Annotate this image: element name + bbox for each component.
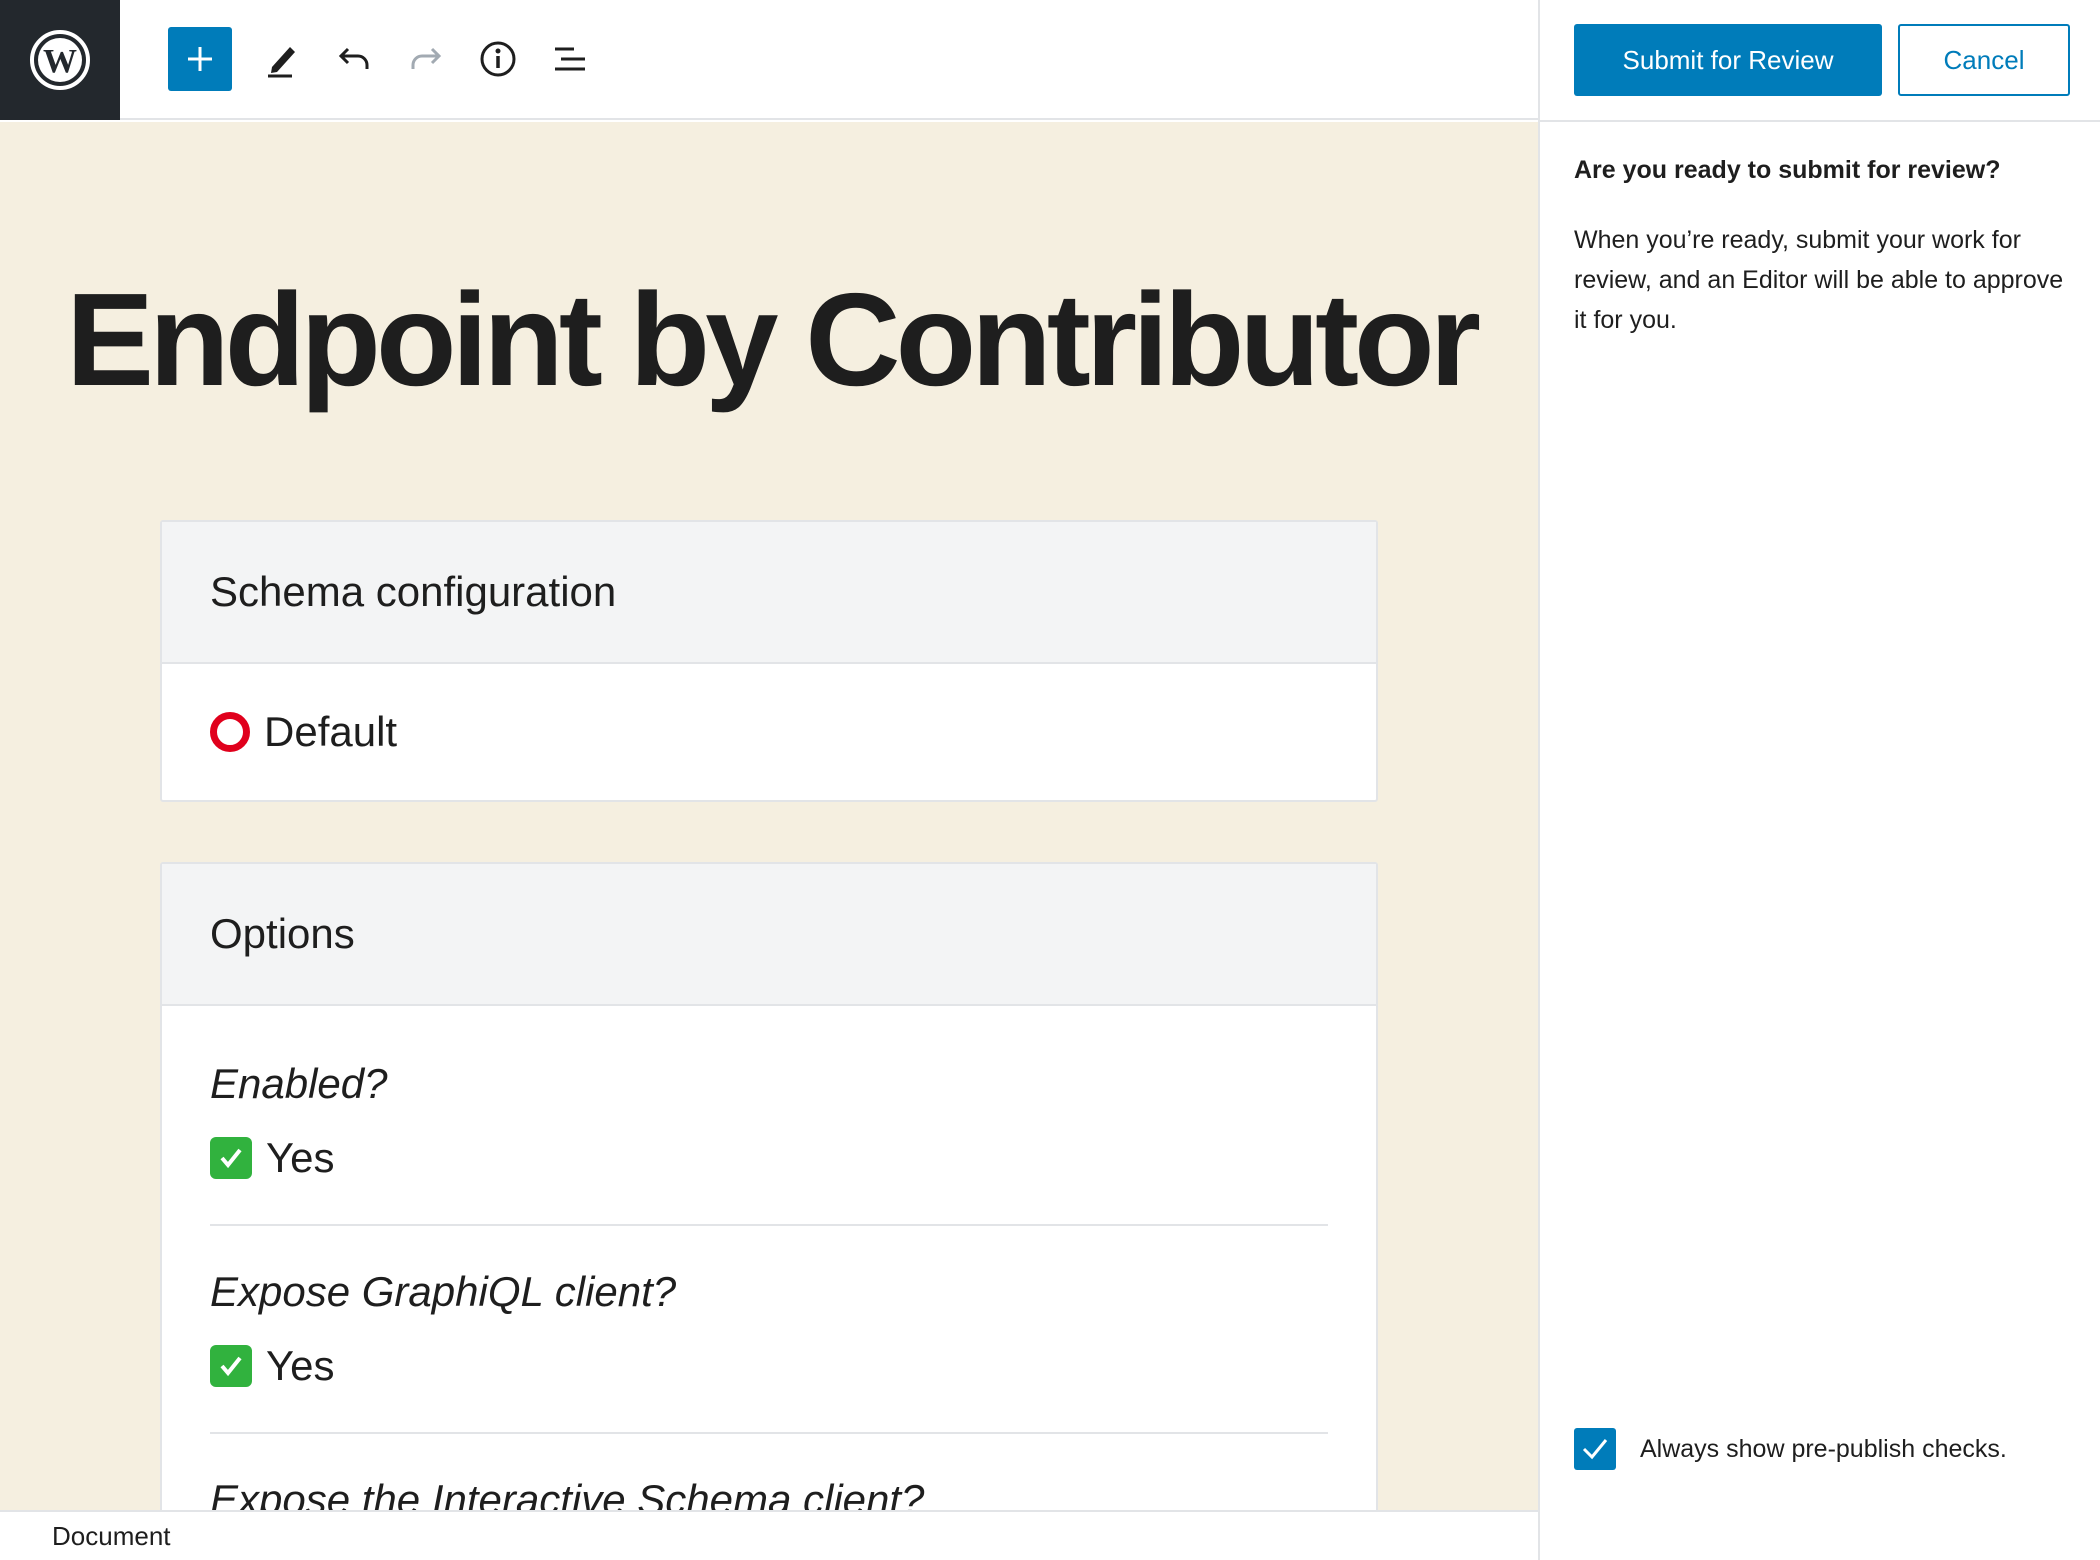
option-item: Expose GraphiQL client? Yes — [210, 1262, 1328, 1434]
pencil-icon — [268, 47, 295, 78]
undo-icon — [338, 47, 369, 69]
redo-icon — [411, 47, 442, 69]
option-item: Enabled? Yes — [210, 1054, 1328, 1226]
add-block-button[interactable] — [168, 27, 232, 91]
cancel-button[interactable]: Cancel — [1898, 24, 2070, 96]
svg-text:W: W — [43, 43, 77, 80]
option-answer: Yes — [210, 1128, 1328, 1188]
option-item: Expose the Interactive Schema client? — [210, 1470, 1328, 1510]
pre-publish-description: When you’re ready, submit your work for … — [1574, 226, 2064, 334]
plus-icon — [188, 47, 212, 71]
options-block[interactable]: Options Enabled? Yes Expose GraphiQL cli… — [160, 862, 1378, 1510]
wordpress-icon[interactable]: W — [0, 0, 120, 120]
option-answer-label: Yes — [266, 1342, 335, 1389]
option-answer: Yes — [210, 1336, 1328, 1396]
schema-value-label: Default — [264, 708, 398, 755]
checkbox[interactable] — [1574, 1428, 1616, 1470]
option-question: Enabled? — [210, 1060, 388, 1107]
pre-publish-question: Are you ready to submit for review? — [1574, 156, 2001, 184]
undo-button[interactable] — [322, 27, 386, 91]
always-show-checks-toggle[interactable]: Always show pre-publish checks. — [1574, 1428, 2007, 1470]
edit-tool-button[interactable] — [250, 27, 314, 91]
checkbox-label: Always show pre-publish checks. — [1640, 1434, 2007, 1463]
info-icon — [480, 41, 516, 77]
redo-button[interactable] — [394, 27, 458, 91]
post-title[interactable]: Endpoint by Contributor — [66, 267, 1506, 412]
block-navigation-button[interactable] — [538, 27, 602, 91]
block-navigation-icon — [555, 47, 585, 71]
options-heading: Options — [162, 864, 1376, 1006]
breadcrumb-document[interactable]: Document — [52, 1521, 171, 1552]
block-editor: W Endpoint by Contributor Schema configu… — [0, 0, 2100, 1560]
block-breadcrumb: Document — [0, 1510, 1538, 1560]
option-question: Expose the Interactive Schema client? — [210, 1476, 925, 1510]
schema-configuration-block[interactable]: Schema configuration Default — [160, 520, 1378, 802]
content-info-button[interactable] — [466, 27, 530, 91]
submit-for-review-button[interactable]: Submit for Review — [1574, 24, 1882, 96]
check-mark-icon — [210, 1345, 252, 1387]
schema-configuration-heading: Schema configuration — [162, 522, 1376, 664]
editor-canvas: Endpoint by Contributor Schema configura… — [0, 122, 1538, 1510]
editor-toolbar: W — [0, 0, 1538, 120]
red-circle-icon — [210, 712, 250, 752]
options-list: Enabled? Yes Expose GraphiQL client? Yes… — [162, 1006, 1376, 1510]
option-answer-label: Yes — [266, 1134, 335, 1181]
option-question: Expose GraphiQL client? — [210, 1268, 677, 1315]
pre-publish-header: Submit for Review Cancel — [1540, 0, 2100, 122]
schema-configuration-value: Default — [162, 664, 1376, 800]
check-mark-icon — [210, 1137, 252, 1179]
check-icon — [1582, 1439, 1608, 1460]
pre-publish-panel: Submit for Review Cancel Are you ready t… — [1538, 0, 2100, 1560]
